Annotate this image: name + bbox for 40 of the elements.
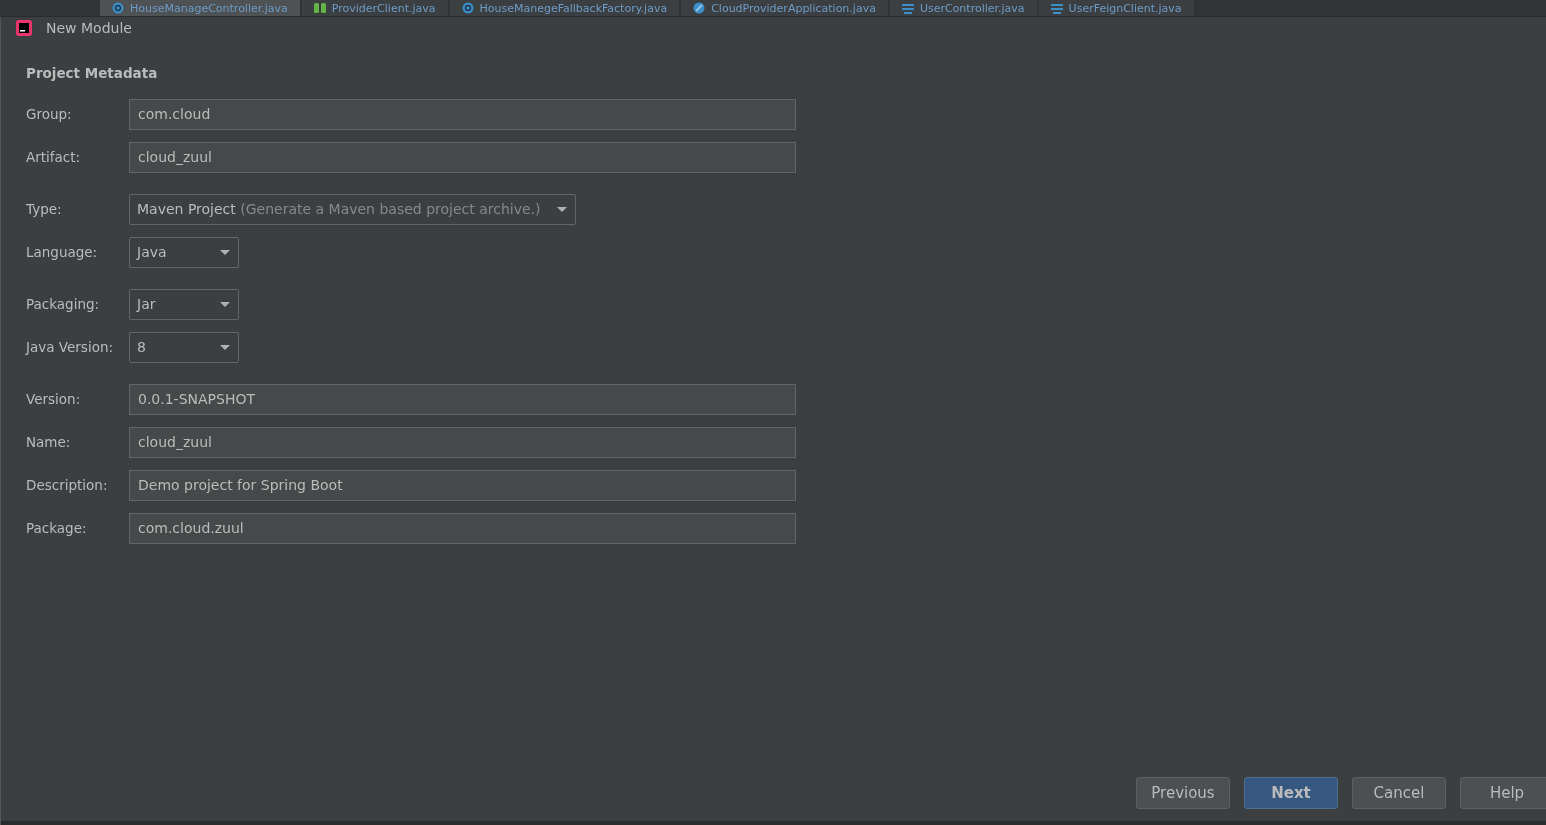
field-label: Package: (26, 520, 88, 536)
input-field[interactable]: com.cloud (129, 98, 796, 130)
field-label: Group: (26, 106, 73, 122)
field-label: Packaging: (26, 296, 101, 312)
input-field[interactable]: cloud_zuul (129, 141, 796, 173)
field-label: Artifact: (26, 149, 82, 165)
field-label: Java Version: (26, 339, 114, 355)
editor-tab[interactable]: ProviderClient.java (301, 0, 448, 16)
editor-tab[interactable]: CloudProviderApplication.java (681, 0, 888, 16)
dropdown[interactable]: Jar (129, 288, 239, 320)
web-file-icon (901, 2, 914, 14)
field-label: Description: (26, 477, 109, 493)
editor-tab[interactable]: UserFeignClient.java (1038, 0, 1194, 16)
app-logo-icon (16, 20, 32, 36)
dropdown-arrow-icon (557, 206, 567, 212)
dropdown-arrow-icon (220, 301, 230, 307)
input-field[interactable]: cloud_zuul (129, 426, 796, 458)
editor-tab[interactable]: HouseManageController.java (100, 0, 300, 16)
dropdown-arrow-icon (220, 344, 230, 350)
input-field[interactable]: 0.0.1-SNAPSHOT (129, 383, 796, 415)
dialog-button[interactable]: Help (1460, 777, 1546, 809)
dropdown-arrow-icon (220, 249, 230, 255)
dropdown[interactable]: Java (129, 236, 239, 268)
interface-icon (313, 2, 326, 14)
field-label: Type: (26, 201, 63, 217)
dialog-button[interactable]: Next (1244, 777, 1338, 809)
dropdown[interactable]: 8 (129, 331, 239, 363)
section-title: Project Metadata (26, 65, 159, 81)
field-label: Language: (26, 244, 99, 260)
editor-tab[interactable]: HouseManegeFallbackFactory.java (449, 0, 680, 16)
input-field[interactable]: com.cloud.zuul (129, 512, 796, 544)
web-file-icon (1050, 2, 1063, 14)
window-title: New Module (46, 20, 132, 36)
input-field[interactable]: Demo project for Spring Boot (129, 469, 796, 501)
dropdown[interactable]: Maven Project (Generate a Maven based project archive.) (129, 193, 576, 225)
editor-tab[interactable]: UserController.java (889, 0, 1037, 16)
field-label: Version: (26, 391, 82, 407)
dialog-button[interactable]: Cancel (1352, 777, 1446, 809)
dialog-button[interactable]: Previous (1136, 777, 1230, 809)
field-label: Name: (26, 434, 72, 450)
